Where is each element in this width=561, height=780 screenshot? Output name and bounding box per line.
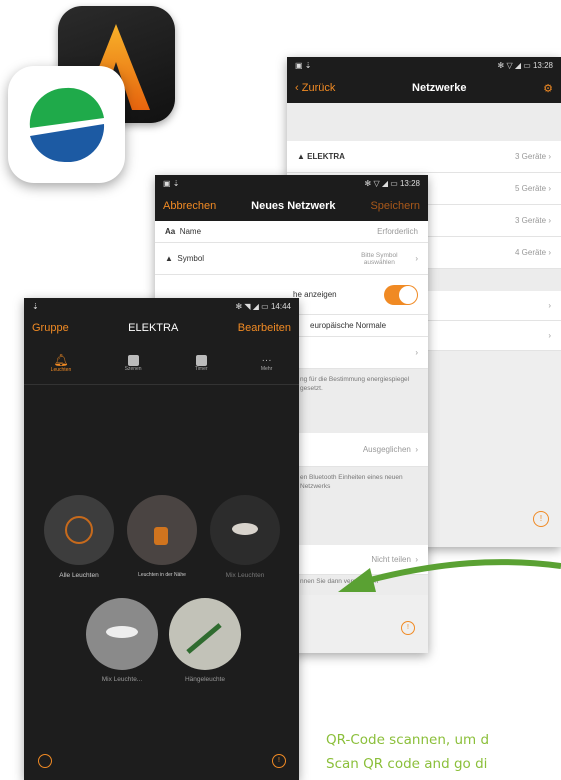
tab-bar: 🔔︎ Leuchten Szenen Timer ··· Mehr: [24, 342, 299, 385]
toggle-switch[interactable]: [384, 284, 418, 305]
status-bar: ▣ ⇣ ✻ ▽ ◢ ▭ 13:28: [163, 178, 420, 188]
light-tile[interactable]: [86, 598, 158, 670]
status-bar: ⇣ ✻ ◥ ◢ ▭ 14:44: [32, 301, 291, 311]
network-row[interactable]: ▲ ELEKTRA 3 Geräte ›: [287, 141, 561, 173]
network-symbol-icon: ▲: [297, 152, 305, 161]
page-title: Neues Netzwerk: [251, 200, 336, 212]
page-title: ELEKTRA: [128, 322, 179, 334]
group-button[interactable]: Gruppe: [32, 322, 69, 334]
light-label: Hängeleuchte: [184, 676, 226, 683]
light-label: Alle Leuchten: [59, 572, 99, 579]
arrow-icon: [338, 559, 561, 592]
light-tile[interactable]: [127, 495, 197, 565]
info-icon[interactable]: !: [272, 754, 286, 768]
scenes-icon: [127, 354, 139, 366]
symbol-field[interactable]: ▲ Symbol Bitte Symbol auswählen ›: [155, 243, 428, 275]
pendant-lamp-icon: [186, 623, 222, 654]
tab-more[interactable]: ··· Mehr: [261, 355, 272, 372]
edit-button[interactable]: Bearbeiten: [238, 322, 291, 334]
name-field[interactable]: Aa Name Erforderlich: [155, 221, 428, 243]
light-tile[interactable]: [210, 495, 280, 565]
settings-icon[interactable]: [38, 754, 52, 768]
info-icon[interactable]: !: [401, 621, 415, 635]
light-tile[interactable]: [169, 598, 241, 670]
light-label: Mix Leuchten: [225, 572, 265, 579]
more-icon: ···: [261, 354, 272, 366]
light-tile[interactable]: [44, 495, 114, 565]
cancel-button[interactable]: Abbrechen: [163, 200, 216, 212]
tab-lights[interactable]: 🔔︎ Leuchten: [51, 353, 72, 373]
caption-line-de: QR-Code scannen, um d: [326, 732, 490, 748]
light-label: Mix Leuchte...: [101, 676, 143, 683]
power-icon: [65, 516, 93, 544]
page-title: Netzwerke: [412, 82, 467, 94]
back-button[interactable]: ‹ Zurück: [295, 82, 335, 94]
gear-icon[interactable]: ⚙: [543, 82, 553, 95]
lamp-icon: [232, 523, 258, 535]
save-button[interactable]: Speichern: [370, 200, 420, 212]
tab-timer[interactable]: Timer: [195, 354, 208, 372]
app-icon-light: [8, 66, 125, 183]
green-blue-logo-icon: [29, 87, 105, 163]
calendar-icon: [195, 354, 207, 366]
caption-line-en: Scan QR code and go di: [326, 756, 488, 772]
bell-icon: 🔔︎: [53, 353, 69, 367]
status-bar: ▣ ⇣ ✻ ▽ ◢ ▭ 13:28: [295, 60, 553, 70]
lamp-icon: [106, 626, 138, 638]
info-icon[interactable]: !: [533, 511, 549, 527]
proximity-icon: [154, 527, 168, 545]
light-label: Leuchten in der Nähe: [138, 572, 186, 578]
tab-scenes[interactable]: Szenen: [125, 354, 142, 372]
symbol-icon: ▲: [165, 254, 173, 263]
screen-elektra: ⇣ ✻ ◥ ◢ ▭ 14:44 Gruppe ELEKTRA Bearbeiten…: [24, 298, 299, 780]
